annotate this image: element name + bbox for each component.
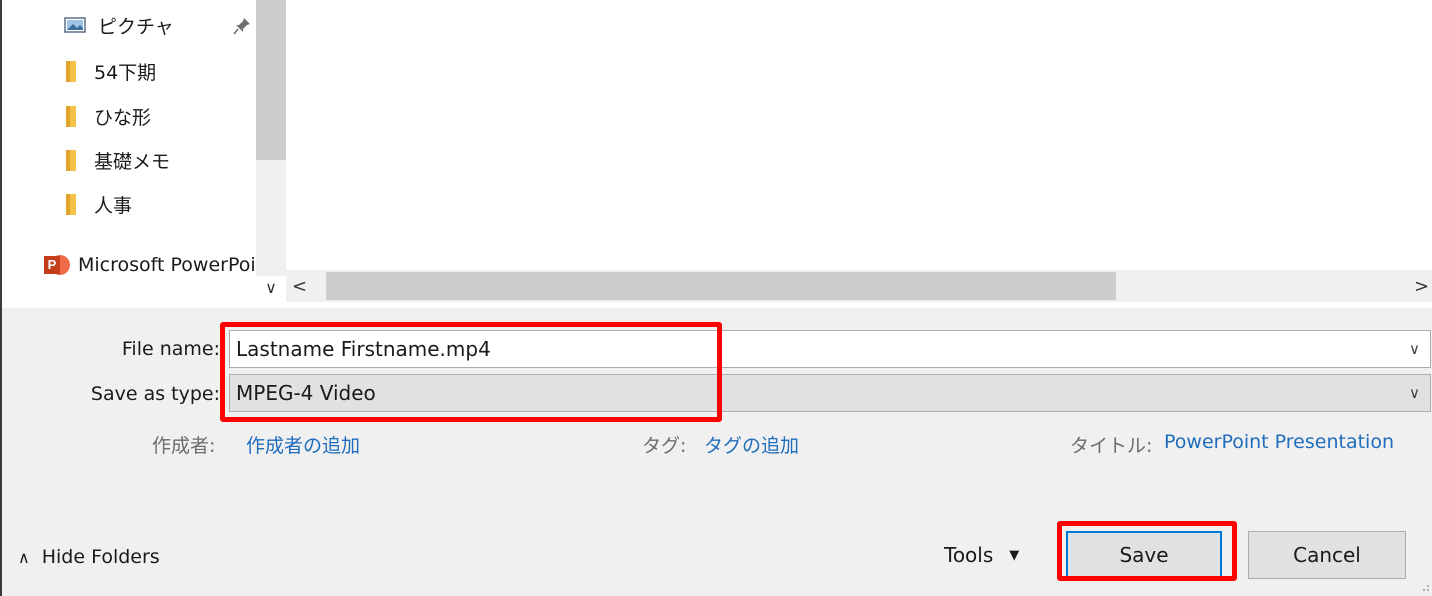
nav-item-pictures[interactable]: ピクチャ	[64, 10, 250, 40]
title-value[interactable]: PowerPoint Presentation	[1164, 431, 1394, 453]
nav-item-label: Microsoft PowerPoint	[78, 254, 256, 276]
pin-icon[interactable]	[232, 16, 252, 36]
cancel-button[interactable]: Cancel	[1248, 531, 1406, 579]
nav-scrollbar-thumb[interactable]	[256, 0, 286, 160]
nav-item-label: ひな形	[94, 106, 152, 129]
chevron-up-icon: ∧	[18, 547, 30, 567]
horizontal-scrollbar-thumb[interactable]	[326, 272, 1116, 300]
author-label: 作成者:	[152, 435, 216, 457]
hide-folders-button[interactable]: ∧ Hide Folders	[18, 546, 160, 568]
nav-item-folder[interactable]: 人事	[64, 189, 132, 219]
highlight-box-filename	[220, 322, 722, 422]
folder-icon	[66, 60, 76, 82]
nav-item-folder[interactable]: ひな形	[64, 101, 151, 131]
pictures-icon	[64, 17, 86, 33]
cancel-label: Cancel	[1293, 543, 1361, 567]
tags-add-link[interactable]: タグの追加	[704, 431, 799, 458]
hide-folders-label: Hide Folders	[41, 546, 160, 568]
tags-label: タグ:	[642, 435, 687, 457]
chevron-down-icon[interactable]: ∨	[1409, 384, 1420, 402]
folder-icon	[66, 149, 76, 171]
author-add-link[interactable]: 作成者の追加	[246, 431, 360, 458]
folder-icon	[66, 105, 76, 127]
chevron-down-icon[interactable]: ∨	[256, 276, 286, 300]
scroll-left-arrow-icon[interactable]: <	[292, 276, 307, 297]
highlight-box-save	[1057, 521, 1237, 581]
folder-icon	[66, 193, 76, 215]
title-label: タイトル:	[1070, 435, 1153, 457]
resize-grip-icon[interactable]	[1420, 582, 1430, 592]
chevron-down-icon[interactable]: ∨	[1409, 340, 1420, 358]
nav-item-label: 人事	[94, 194, 133, 217]
save-type-label: Save as type:	[90, 383, 220, 405]
nav-item-folder[interactable]: 54下期	[64, 56, 156, 86]
nav-item-powerpoint[interactable]: P Microsoft PowerPoint	[44, 248, 256, 282]
powerpoint-icon: P	[44, 253, 70, 277]
file-name-label: File name:	[121, 338, 220, 360]
nav-item-label: 基礎メモ	[94, 150, 171, 173]
caret-down-icon: ▼	[1009, 547, 1020, 563]
tools-menu[interactable]: Tools ▼	[944, 543, 1019, 567]
tools-label: Tools	[944, 543, 994, 567]
nav-item-label: 54下期	[94, 61, 157, 84]
nav-item-label: ピクチャ	[98, 15, 174, 38]
nav-item-folder[interactable]: 基礎メモ	[64, 145, 170, 175]
scroll-right-arrow-icon[interactable]: >	[1414, 276, 1429, 297]
